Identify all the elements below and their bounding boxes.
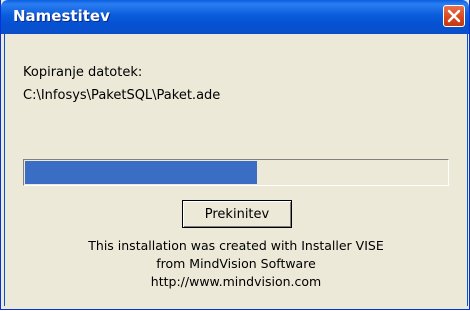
footer-credit-line-2: from MindVision Software (156, 256, 316, 271)
installer-dialog: Namestitev Kopiranje datotek: C:\Infosys… (0, 0, 470, 310)
close-button[interactable] (443, 5, 465, 27)
dialog-body: Kopiranje datotek: C:\Infosys\PaketSQL\P… (4, 34, 468, 306)
progress-bar (23, 159, 449, 186)
title-bar[interactable]: Namestitev (1, 0, 469, 34)
window-title: Namestitev (13, 7, 110, 25)
close-icon (447, 9, 461, 23)
action-label: Kopiranje datotek: (23, 65, 143, 80)
file-path-label: C:\Infosys\PaketSQL\Paket.ade (23, 88, 221, 103)
cancel-button[interactable]: Prekinitev (182, 200, 292, 228)
footer-url: http://www.mindvision.com (150, 274, 322, 289)
progress-fill (25, 161, 257, 184)
footer-credit-line-1: This installation was created with Insta… (88, 238, 384, 253)
